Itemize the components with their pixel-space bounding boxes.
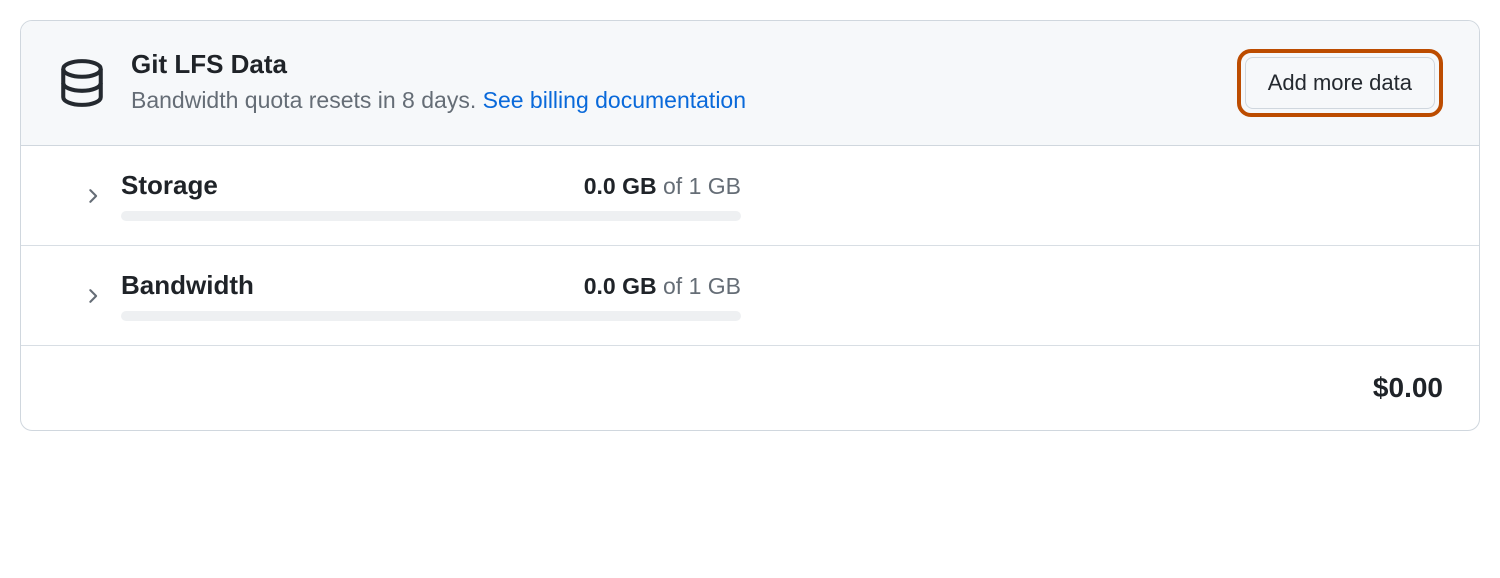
header-text: Git LFS Data Bandwidth quota resets in 8… [131, 49, 1213, 116]
progress-bar [121, 211, 741, 221]
header-subtitle: Bandwidth quota resets in 8 days. See bi… [131, 84, 1213, 116]
git-lfs-card: Git LFS Data Bandwidth quota resets in 8… [20, 20, 1480, 431]
usage-of: of 1 GB [657, 273, 741, 299]
add-more-data-button[interactable]: Add more data [1245, 57, 1435, 109]
chevron-right-icon[interactable] [81, 285, 103, 307]
header-title: Git LFS Data [131, 49, 1213, 80]
subtitle-text: Bandwidth quota resets in 8 days. [131, 87, 483, 113]
usage-used: 0.0 GB [584, 173, 657, 199]
usage-used: 0.0 GB [584, 273, 657, 299]
usage-row-bandwidth: Bandwidth 0.0 GB of 1 GB [21, 246, 1479, 346]
add-more-data-highlight: Add more data [1237, 49, 1443, 117]
usage-content: Storage 0.0 GB of 1 GB [121, 170, 741, 221]
usage-row-storage: Storage 0.0 GB of 1 GB [21, 146, 1479, 246]
usage-value: 0.0 GB of 1 GB [584, 273, 741, 300]
usage-label: Bandwidth [121, 270, 254, 301]
usage-label: Storage [121, 170, 218, 201]
usage-content: Bandwidth 0.0 GB of 1 GB [121, 270, 741, 321]
progress-bar [121, 311, 741, 321]
chevron-right-icon[interactable] [81, 185, 103, 207]
database-icon [57, 56, 107, 110]
usage-value: 0.0 GB of 1 GB [584, 173, 741, 200]
usage-top: Bandwidth 0.0 GB of 1 GB [121, 270, 741, 301]
billing-doc-link[interactable]: See billing documentation [483, 87, 746, 113]
card-footer: $0.00 [21, 346, 1479, 430]
card-header: Git LFS Data Bandwidth quota resets in 8… [21, 21, 1479, 146]
usage-of: of 1 GB [657, 173, 741, 199]
usage-top: Storage 0.0 GB of 1 GB [121, 170, 741, 201]
total-amount: $0.00 [1373, 372, 1443, 403]
